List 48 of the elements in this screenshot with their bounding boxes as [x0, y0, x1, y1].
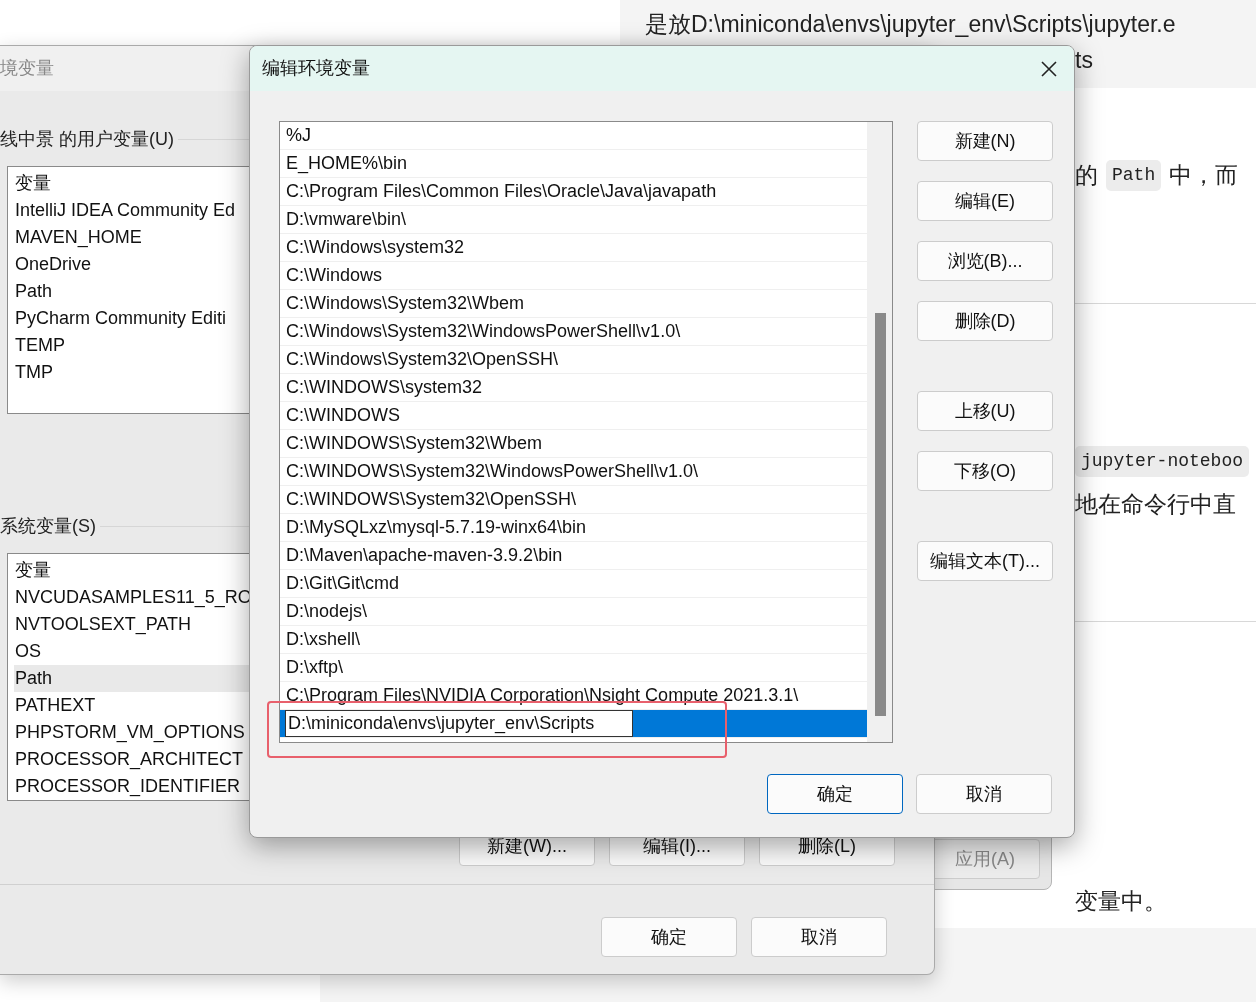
list-item[interactable]: D:\nodejs\	[280, 598, 867, 626]
dialog-button[interactable]: 新建(N)	[917, 121, 1053, 161]
dialog-button[interactable]: 确定	[767, 774, 903, 814]
list-item[interactable]: D:\Maven\apache-maven-3.9.2\bin	[280, 542, 867, 570]
list-item[interactable]: D:\xftp\	[280, 654, 867, 682]
close-icon[interactable]	[1040, 59, 1058, 78]
group-label: 系统变量(S)	[0, 514, 96, 538]
list-item[interactable]: C:\Windows\System32\OpenSSH\	[280, 346, 867, 374]
list-item[interactable]: C:\WINDOWS\System32\Wbem	[280, 430, 867, 458]
paragraph-text: 中，而	[1169, 161, 1239, 190]
paragraph-text: 的	[1075, 161, 1098, 190]
list-item[interactable]: D:\Git\Git\cmd	[280, 570, 867, 598]
dialog-button[interactable]: 取消	[751, 917, 887, 957]
scrollbar-track[interactable]	[867, 122, 892, 742]
list-item[interactable]: D:\MySQLxz\mysql-5.7.19-winx64\bin	[280, 514, 867, 542]
dialog-button[interactable]: 浏览(B)...	[917, 241, 1053, 281]
list-item[interactable]: C:\WINDOWS\System32\WindowsPowerShell\v1.0\	[280, 458, 867, 486]
dialog-button[interactable]: 确定	[601, 917, 737, 957]
message-text: ts	[1075, 47, 1093, 73]
list-item[interactable]: D:\xshell\	[280, 626, 867, 654]
list-item[interactable]: C:\WINDOWS\system32	[280, 374, 867, 402]
dialog-button[interactable]: 上移(U)	[917, 391, 1053, 431]
dialog-button[interactable]: 删除(D)	[917, 301, 1053, 341]
list-item[interactable]: C:\Windows\System32\WindowsPowerShell\v1.0\	[280, 318, 867, 346]
list-item[interactable]: C:\Windows\System32\Wbem	[280, 290, 867, 318]
list-item[interactable]: C:\WINDOWS	[280, 402, 867, 430]
dialog-button[interactable]: 编辑文本(T)...	[917, 541, 1053, 581]
message-text: 是放D:\miniconda\envs\jupyter_env\Scripts\jupyter.e	[645, 11, 1176, 37]
list-item[interactable]: %J	[280, 122, 867, 150]
paragraph-text: 变量中。	[1075, 887, 1167, 916]
list-item[interactable]: E_HOME%\bin	[280, 150, 867, 178]
dialog-title: 编辑环境变量	[262, 57, 370, 80]
path-input[interactable]: D:\miniconda\envs\jupyter_env\Scripts	[285, 710, 633, 737]
dialog-button[interactable]: 下移(O)	[917, 451, 1053, 491]
inline-code: Path	[1106, 159, 1162, 191]
inline-code: jupyter-noteboo	[1075, 445, 1250, 477]
list-item[interactable]: D:\vmware\bin\	[280, 206, 867, 234]
list-item[interactable]: C:\Program Files\Common Files\Oracle\Java\javapath	[280, 178, 867, 206]
list-item[interactable]: C:\Windows\system32	[280, 234, 867, 262]
group-label: 线中景 的用户变量(U)	[0, 127, 174, 151]
list-item[interactable]: C:\WINDOWS\System32\OpenSSH\	[280, 486, 867, 514]
selected-row[interactable]: D:\miniconda\envs\jupyter_env\Scripts	[280, 710, 867, 738]
list-item[interactable]: C:\Windows	[280, 262, 867, 290]
dialog-button[interactable]: 编辑(E)	[917, 181, 1053, 221]
paragraph-text: 地在命令行中直	[1075, 489, 1236, 519]
scrollbar-thumb[interactable]	[875, 313, 886, 716]
window-title: 境变量	[0, 57, 54, 80]
dialog-button[interactable]: 取消	[916, 774, 1052, 814]
